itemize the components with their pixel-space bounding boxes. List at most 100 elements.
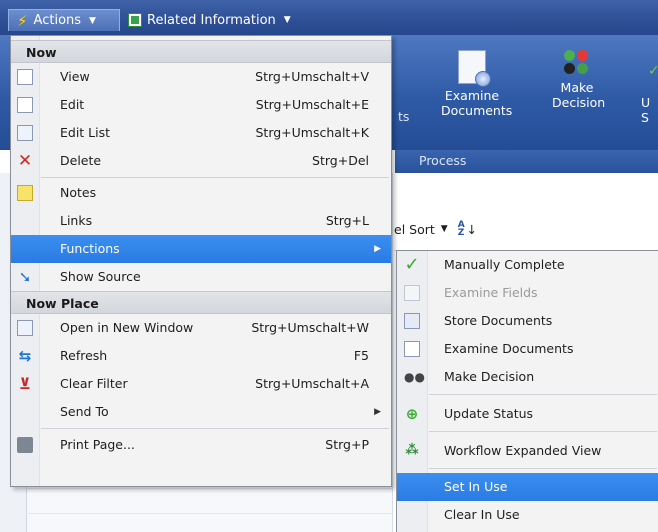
submenu-separator <box>429 431 657 432</box>
menu-item-shortcut: Strg+Del <box>312 153 369 168</box>
menu-item-shortcut: Strg+Umschalt+V <box>255 69 369 84</box>
related-information-label: Related Information <box>147 12 276 28</box>
workflow-icon: ⁂ <box>405 443 419 458</box>
menu-item-label: Show Source <box>60 269 141 284</box>
menu-item-label: Edit <box>60 97 85 112</box>
actions-menu-button[interactable]: ⚡ Actions ▼ <box>8 9 120 31</box>
submenu-item-examine-documents[interactable]: Examine Documents <box>397 335 658 363</box>
related-information-icon <box>128 13 142 27</box>
menu-item-shortcut: F5 <box>353 348 369 363</box>
submenu-item-set-in-use[interactable]: Set In Use <box>397 473 658 501</box>
menu-item-open-new-window[interactable]: Open in New Window Strg+Umschalt+W <box>11 314 391 342</box>
chevron-down-icon: ▼ <box>283 15 291 25</box>
sort-toolbar[interactable]: el Sort ▼ AZ ↓ <box>394 214 477 244</box>
submenu-item-store-documents[interactable]: Store Documents <box>397 307 658 335</box>
sort-az-icon[interactable]: AZ <box>458 221 465 238</box>
submenu-separator <box>429 468 657 469</box>
submenu-item-label: Make Decision <box>444 369 535 384</box>
menu-section-now: Now <box>11 40 391 63</box>
submenu-arrow-icon: ▶ <box>374 407 381 417</box>
open-window-icon <box>17 320 33 336</box>
functions-submenu: ✓ Manually Complete Examine Fields Store… <box>396 250 658 532</box>
actions-label: Actions <box>33 13 82 28</box>
menubar: ⚡ Actions ▼ Related Information ▼ <box>0 0 658 35</box>
show-source-arrow-icon: ➘ <box>18 268 32 286</box>
ribbon-partial-label-right: U S <box>641 95 651 125</box>
examine-documents-icon <box>458 50 491 87</box>
menu-separator <box>41 428 389 429</box>
make-decision-icon <box>564 50 590 76</box>
ribbon-make-decision-button[interactable]: Make Decision <box>537 50 617 110</box>
ribbon-group-process: Process <box>395 150 658 173</box>
edit-icon <box>17 97 33 113</box>
ribbon-examine-documents-button[interactable]: Examine Documents <box>432 50 512 118</box>
examine-fields-icon <box>404 285 420 301</box>
menu-item-send-to[interactable]: Send To ▶ <box>11 398 391 426</box>
menu-item-shortcut: Strg+Umschalt+W <box>251 320 369 335</box>
menu-item-label: Edit List <box>60 125 111 140</box>
menu-item-show-source[interactable]: ➘ Show Source <box>11 263 391 291</box>
menu-item-refresh[interactable]: ⇆ Refresh F5 <box>11 342 391 370</box>
submenu-item-label: Update Status <box>444 406 534 421</box>
menu-item-functions[interactable]: Functions ▶ <box>11 235 391 263</box>
menu-item-shortcut: Strg+P <box>325 437 369 452</box>
submenu-item-examine-fields[interactable]: Examine Fields <box>397 279 658 307</box>
menu-item-label: View <box>60 69 90 84</box>
delete-icon: ✕ <box>17 151 33 171</box>
menu-item-label: Send To <box>60 404 109 419</box>
menu-item-edit[interactable]: Edit Strg+Umschalt+E <box>11 91 391 119</box>
grid-line <box>26 488 392 489</box>
related-information-button[interactable]: Related Information ▼ <box>124 9 291 31</box>
process-group-label: Process <box>419 153 467 168</box>
check-icon: ✓ <box>404 254 420 275</box>
menu-item-delete[interactable]: ✕ Delete Strg+Del <box>11 147 391 175</box>
menu-item-shortcut: Strg+Umschalt+A <box>255 376 369 391</box>
menu-item-view[interactable]: View Strg+Umschalt+V <box>11 63 391 91</box>
menu-item-label: Links <box>60 213 93 228</box>
menu-item-label: Open in New Window <box>60 320 194 335</box>
submenu-item-label: Examine Fields <box>444 285 538 300</box>
menu-item-edit-list[interactable]: Edit List Strg+Umschalt+K <box>11 119 391 147</box>
submenu-item-label: Store Documents <box>444 313 553 328</box>
menu-item-shortcut: Strg+L <box>325 213 369 228</box>
ribbon-make-decision-label: Make Decision <box>552 80 606 110</box>
grid-line <box>26 513 392 514</box>
check-icon: ✓ <box>648 63 658 79</box>
menu-item-label: Functions <box>60 241 120 256</box>
actions-dropdown-menu: Now View Strg+Umschalt+V Edit Strg+Umsch… <box>10 35 392 487</box>
submenu-item-workflow-expanded-view[interactable]: ⁂ Workflow Expanded View <box>397 437 658 465</box>
menu-item-clear-filter[interactable]: ⊻ Clear Filter Strg+Umschalt+A <box>11 370 391 398</box>
submenu-item-label: Clear In Use <box>444 507 520 522</box>
submenu-item-label: Workflow Expanded View <box>444 443 602 458</box>
submenu-item-label: Set In Use <box>444 479 508 494</box>
submenu-item-label: Manually Complete <box>444 257 565 272</box>
menu-item-shortcut: Strg+Umschalt+E <box>255 97 369 112</box>
update-status-icon: ⊕ <box>405 405 419 423</box>
submenu-item-make-decision[interactable]: ●● Make Decision <box>397 363 658 391</box>
ribbon-partial-label: ts <box>398 109 410 124</box>
clear-filter-icon: ⊻ <box>18 375 32 393</box>
submenu-item-update-status[interactable]: ⊕ Update Status <box>397 400 658 428</box>
chevron-down-icon: ▼ <box>440 224 448 234</box>
menu-item-links[interactable]: Links Strg+L <box>11 207 391 235</box>
lightning-icon: ⚡ <box>17 11 28 30</box>
menu-item-notes[interactable]: Notes <box>11 179 391 207</box>
submenu-separator <box>429 394 657 395</box>
submenu-item-manually-complete[interactable]: ✓ Manually Complete <box>397 251 658 279</box>
menu-item-print-page[interactable]: Print Page... Strg+P <box>11 431 391 459</box>
menu-item-label: Delete <box>60 153 102 168</box>
make-decision-icon: ●● <box>404 370 425 384</box>
sort-arrow-icon: ↓ <box>466 221 478 237</box>
printer-icon <box>17 437 33 453</box>
submenu-item-label: Examine Documents <box>444 341 574 356</box>
submenu-arrow-icon: ▶ <box>374 244 381 254</box>
examine-documents-icon <box>404 341 420 357</box>
chevron-down-icon: ▼ <box>89 15 96 26</box>
menu-item-label: Notes <box>60 185 97 200</box>
refresh-icon: ⇆ <box>18 347 32 365</box>
store-documents-icon <box>404 313 420 329</box>
menu-item-label: Print Page... <box>60 437 135 452</box>
menu-item-label: Refresh <box>60 348 108 363</box>
submenu-item-clear-in-use[interactable]: Clear In Use <box>397 501 658 529</box>
menu-item-shortcut: Strg+Umschalt+K <box>255 125 369 140</box>
